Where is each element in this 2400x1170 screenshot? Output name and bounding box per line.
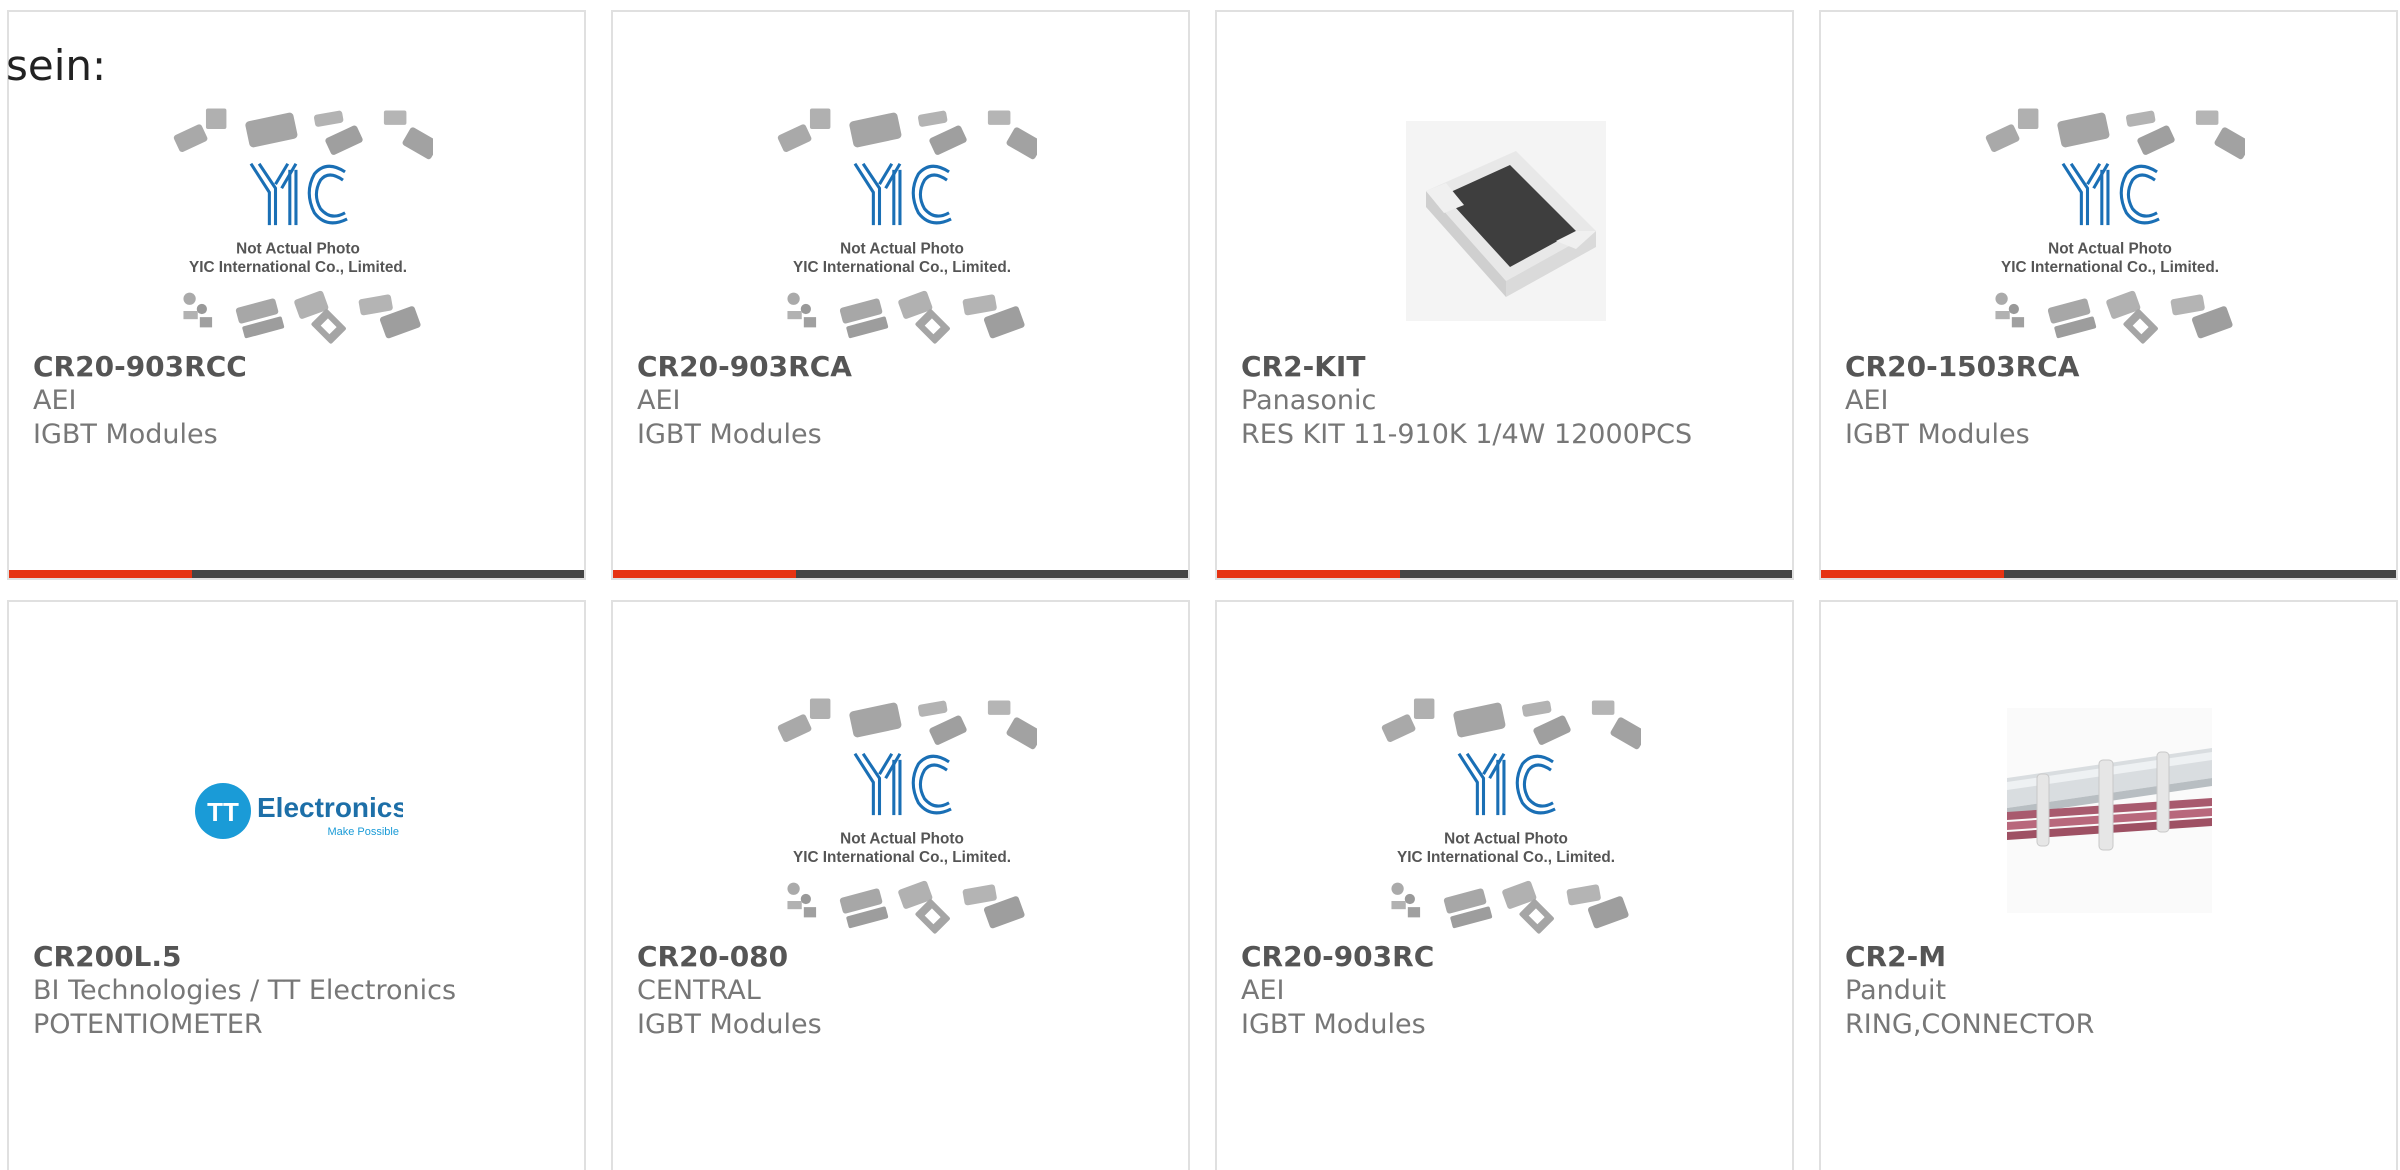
manufacturer: AEI xyxy=(637,385,681,416)
part-number[interactable]: CR20-903RCC xyxy=(33,350,574,384)
product-card[interactable]: CR20-903RCC AEI IGBT Modules xyxy=(7,10,586,580)
tt-electronics-logo: TT Electronics Make Possible xyxy=(194,782,403,839)
chip-resistor-icon xyxy=(1405,120,1606,321)
product-image[interactable]: TT Electronics Make Possible xyxy=(155,678,440,943)
yic-placeholder-icon xyxy=(774,696,1037,936)
product-card[interactable]: TT Electronics Make Possible CR200L.5 BI… xyxy=(7,600,586,1170)
card-accent-bar xyxy=(1217,570,1792,578)
part-number[interactable]: CR20-903RC xyxy=(1241,940,1782,974)
manufacturer: Panduit xyxy=(1845,975,1947,1006)
part-number[interactable]: CR2-KIT xyxy=(1241,350,1782,384)
yic-placeholder-icon xyxy=(1982,106,2245,346)
svg-text:Make Possible: Make Possible xyxy=(327,826,399,838)
description: IGBT Modules xyxy=(33,419,218,450)
product-card[interactable]: CR20-903RC AEI IGBT Modules xyxy=(1215,600,1794,1170)
description: RES KIT 11-910K 1/4W 12000PCS xyxy=(1241,419,1693,450)
manufacturer: CENTRAL xyxy=(637,975,761,1006)
description: RING,CONNECTOR xyxy=(1845,1009,2095,1040)
product-image[interactable] xyxy=(759,88,1044,353)
part-number[interactable]: CR2-M xyxy=(1845,940,2386,974)
part-number[interactable]: CR200L.5 xyxy=(33,940,574,974)
manufacturer: AEI xyxy=(1241,975,1285,1006)
cable-tie-icon xyxy=(2007,708,2212,913)
manufacturer: AEI xyxy=(33,385,77,416)
svg-text:Electronics: Electronics xyxy=(257,792,403,823)
card-accent-bar xyxy=(9,570,584,578)
product-card[interactable]: CR20-1503RCA AEI IGBT Modules xyxy=(1819,10,2398,580)
part-number[interactable]: CR20-903RCA xyxy=(637,350,1178,384)
description: IGBT Modules xyxy=(637,419,822,450)
yic-placeholder-icon xyxy=(1378,696,1641,936)
manufacturer: Panasonic xyxy=(1241,385,1377,416)
product-image[interactable] xyxy=(759,678,1044,943)
description: IGBT Modules xyxy=(1845,419,2030,450)
description: IGBT Modules xyxy=(637,1009,822,1040)
part-number[interactable]: CR20-1503RCA xyxy=(1845,350,2386,384)
product-image[interactable] xyxy=(1363,678,1648,943)
description: POTENTIOMETER xyxy=(33,1009,263,1040)
yic-placeholder-icon xyxy=(774,106,1037,346)
svg-text:TT: TT xyxy=(207,797,239,827)
product-image[interactable] xyxy=(155,88,440,353)
yic-placeholder-icon xyxy=(170,106,433,346)
product-card[interactable]: CR20-080 CENTRAL IGBT Modules xyxy=(611,600,1190,1170)
manufacturer: AEI xyxy=(1845,385,1889,416)
product-card[interactable]: CR2-KIT Panasonic RES KIT 11-910K 1/4W 1… xyxy=(1215,10,1794,580)
product-image[interactable] xyxy=(1967,678,2252,943)
part-number[interactable]: CR20-080 xyxy=(637,940,1178,974)
card-accent-bar xyxy=(613,570,1188,578)
product-card[interactable]: CR20-903RCA AEI IGBT Modules xyxy=(611,10,1190,580)
page-label: sein: xyxy=(6,41,107,90)
product-card[interactable]: CR2-M Panduit RING,CONNECTOR xyxy=(1819,600,2398,1170)
product-image[interactable] xyxy=(1967,88,2252,353)
description: IGBT Modules xyxy=(1241,1009,1426,1040)
card-accent-bar xyxy=(1821,570,2396,578)
product-image[interactable] xyxy=(1363,88,1648,353)
manufacturer: BI Technologies / TT Electronics xyxy=(33,975,457,1006)
